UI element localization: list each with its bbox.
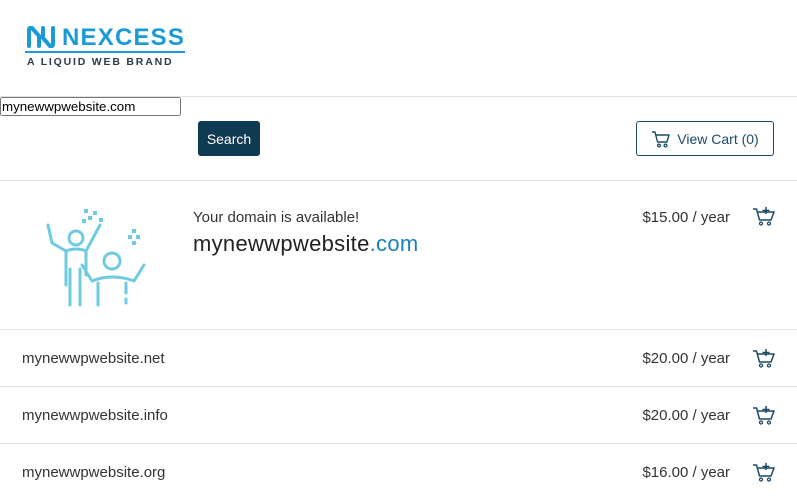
brand-tagline: A LIQUID WEB BRAND xyxy=(27,56,174,68)
view-cart-label: View Cart (0) xyxy=(677,130,759,147)
domain-base: mynewwpwebsite xyxy=(193,231,370,256)
add-to-cart-icon[interactable] xyxy=(752,348,776,368)
cart-icon xyxy=(652,130,670,148)
add-to-cart-icon[interactable] xyxy=(752,206,776,226)
availability-message: Your domain is available! xyxy=(193,209,360,226)
result-domain: mynewwpwebsite.net xyxy=(22,350,165,367)
result-row: mynewwpwebsite.net $20.00 / year xyxy=(0,330,797,387)
result-row: mynewwpwebsite.org $16.00 / year xyxy=(0,444,797,498)
featured-price: $15.00 / year xyxy=(642,209,730,226)
domain-search-input[interactable] xyxy=(0,97,181,116)
result-price: $20.00 / year xyxy=(642,350,730,367)
result-row: mynewwpwebsite.info $20.00 / year xyxy=(0,387,797,444)
celebration-illustration xyxy=(46,209,146,307)
result-price: $20.00 / year xyxy=(642,407,730,424)
result-domain: mynewwpwebsite.info xyxy=(22,407,168,424)
add-to-cart-icon[interactable] xyxy=(752,405,776,425)
result-domain: mynewwpwebsite.org xyxy=(22,464,166,481)
nexcess-logo[interactable]: NEXCESS A LIQUID WEB BRAND xyxy=(25,24,187,70)
result-price: $16.00 / year xyxy=(642,464,730,481)
view-cart-button[interactable]: View Cart (0) xyxy=(636,121,774,156)
search-button[interactable]: Search xyxy=(198,121,260,156)
search-bar: Search View Cart (0) xyxy=(0,97,797,181)
brand-name: NEXCESS xyxy=(62,24,186,51)
available-domain: mynewwpwebsite.com xyxy=(193,231,418,257)
domain-tld: .com xyxy=(369,231,419,256)
featured-result: Your domain is available! mynewwpwebsite… xyxy=(0,181,797,330)
logo-divider xyxy=(25,51,185,53)
nexcess-n-icon xyxy=(27,26,55,48)
site-header: NEXCESS A LIQUID WEB BRAND xyxy=(0,0,797,97)
add-to-cart-icon[interactable] xyxy=(752,462,776,482)
